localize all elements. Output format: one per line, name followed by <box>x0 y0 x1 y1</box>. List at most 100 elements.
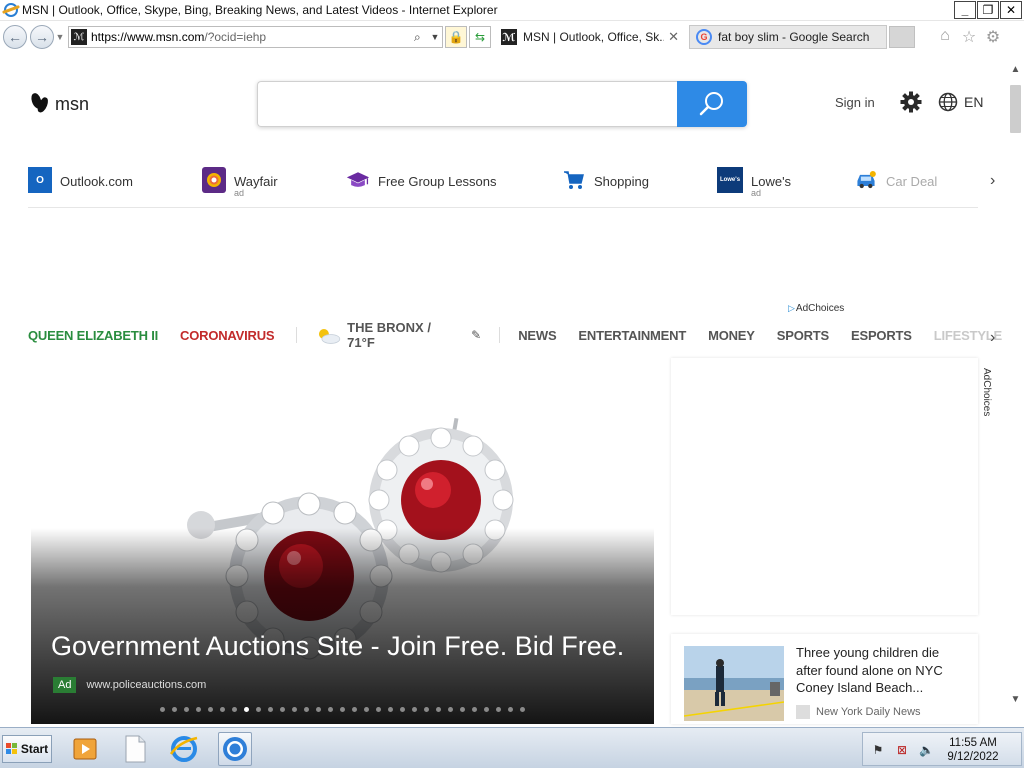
address-url[interactable]: https://www.msn.com/?ocid=iehp <box>91 30 414 44</box>
taskbar-notepad-icon[interactable] <box>118 732 152 766</box>
language-selector[interactable]: EN <box>938 92 983 112</box>
clock[interactable]: 11:55 AM 9/12/2022 <box>943 736 1003 764</box>
edit-pencil-icon[interactable]: ✎ <box>471 328 481 342</box>
taskbar-internet-explorer-icon[interactable] <box>167 732 201 766</box>
tab-google-search[interactable]: G fat boy slim - Google Search <box>689 25 887 49</box>
favorites-star-icon[interactable]: ☆ <box>957 27 981 47</box>
page-settings-gear-icon[interactable] <box>900 91 922 113</box>
carousel-dot[interactable] <box>460 707 465 712</box>
page-scrollbar[interactable]: ▲ ▼ <box>1007 60 1024 712</box>
volume-icon[interactable]: 🔈 <box>919 743 934 757</box>
quick-link-free-group-lessons[interactable]: Free Group Lessons <box>346 166 497 193</box>
carousel-dot[interactable] <box>232 707 237 712</box>
quick-link-outlook[interactable]: O Outlook.com <box>28 166 133 193</box>
search-button[interactable] <box>677 81 747 127</box>
home-icon[interactable]: ⌂ <box>933 27 957 47</box>
msn-butterfly-icon <box>29 91 50 117</box>
carousel-dot[interactable] <box>436 707 441 712</box>
window-controls: _ ❐ ✕ <box>953 1 1022 19</box>
nav-entertainment[interactable]: ENTERTAINMENT <box>578 328 686 343</box>
carousel-dot[interactable] <box>316 707 321 712</box>
carousel-dot[interactable] <box>184 707 189 712</box>
forward-button[interactable]: → <box>30 25 54 49</box>
nav-news[interactable]: NEWS <box>518 328 556 343</box>
carousel-dot[interactable] <box>520 707 525 712</box>
network-error-icon[interactable]: ⊠ <box>895 743 909 757</box>
carousel-dot[interactable] <box>268 707 273 712</box>
carousel-dot[interactable] <box>352 707 357 712</box>
restore-button[interactable]: ❐ <box>977 1 999 19</box>
new-tab-button[interactable] <box>889 26 915 48</box>
adchoices-side-link[interactable]: AdChoices <box>981 368 992 438</box>
refresh-icon[interactable]: ⇆ <box>469 26 491 48</box>
carousel-dot[interactable] <box>256 707 261 712</box>
news-headline[interactable]: Three young children die after found alo… <box>796 644 966 697</box>
nav-queen-elizabeth[interactable]: QUEEN ELIZABETH II <box>28 328 158 343</box>
taskbar-media-player-icon[interactable] <box>68 732 102 766</box>
carousel-dot[interactable] <box>484 707 489 712</box>
carousel-dot[interactable] <box>400 707 405 712</box>
back-button[interactable]: ← <box>3 25 27 49</box>
tab-msn[interactable]: ℳ MSN | Outlook, Office, Sk... ✕ <box>495 25 685 49</box>
search-input[interactable] <box>257 81 677 127</box>
carousel-dot[interactable] <box>424 707 429 712</box>
show-desktop-button[interactable] <box>1007 737 1019 761</box>
scroll-down-icon[interactable]: ▼ <box>1007 694 1024 711</box>
carousel-dot[interactable] <box>244 707 249 712</box>
security-lock-icon[interactable]: 🔒 <box>445 26 467 48</box>
carousel-dot[interactable] <box>364 707 369 712</box>
tab-close-icon[interactable]: ✕ <box>668 29 679 45</box>
adchoices-link[interactable]: ▷ AdChoices <box>788 303 844 314</box>
quick-link-wayfair[interactable]: Wayfair ad <box>202 166 278 198</box>
quick-link-shopping[interactable]: Shopping <box>562 166 649 193</box>
sign-in-link[interactable]: Sign in <box>835 95 875 110</box>
carousel-dot[interactable] <box>160 707 165 712</box>
carousel-dot[interactable] <box>196 707 201 712</box>
address-dropdown-icon[interactable]: ▼ <box>428 32 442 42</box>
carousel-dot[interactable] <box>508 707 513 712</box>
scroll-thumb[interactable] <box>1010 85 1021 133</box>
hero-headline[interactable]: Government Auctions Site - Join Free. Bi… <box>51 631 624 662</box>
start-button[interactable]: Start <box>2 735 52 763</box>
ad-label: ad <box>234 188 245 198</box>
news-card[interactable]: Three young children die after found alo… <box>671 634 978 724</box>
action-center-flag-icon[interactable]: ⚑ <box>871 743 885 757</box>
carousel-dot[interactable] <box>388 707 393 712</box>
quick-link-label: Shopping <box>594 174 649 189</box>
quick-link-lowes[interactable]: Lowe's Lowe's ad <box>717 166 791 198</box>
carousel-dot[interactable] <box>292 707 297 712</box>
weather-widget[interactable]: THE BRONX / 71°F ✎ <box>315 320 481 350</box>
carousel-dot[interactable] <box>172 707 177 712</box>
scroll-up-icon[interactable]: ▲ <box>1007 64 1024 81</box>
carousel-dot[interactable] <box>304 707 309 712</box>
nav-esports[interactable]: ESPORTS <box>851 328 912 343</box>
carousel-dot[interactable] <box>340 707 345 712</box>
carousel-dot[interactable] <box>220 707 225 712</box>
quick-links-next-chevron-icon[interactable]: › <box>990 172 1004 189</box>
window-titlebar: MSN | Outlook, Office, Skype, Bing, Brea… <box>0 0 1024 21</box>
carousel-dots <box>160 707 532 712</box>
nav-coronavirus[interactable]: CORONAVIRUS <box>180 328 275 343</box>
category-next-chevron-icon[interactable]: › <box>990 329 995 347</box>
taskbar-chrome-icon[interactable] <box>218 732 252 766</box>
carousel-dot[interactable] <box>328 707 333 712</box>
history-dropdown-icon[interactable]: ▼ <box>54 32 66 42</box>
carousel-dot[interactable] <box>280 707 285 712</box>
carousel-dot[interactable] <box>208 707 213 712</box>
carousel-dot[interactable] <box>376 707 381 712</box>
nav-money[interactable]: MONEY <box>708 328 755 343</box>
msn-logo[interactable]: msn <box>29 91 89 117</box>
carousel-dot[interactable] <box>448 707 453 712</box>
settings-gear-icon[interactable]: ⚙ <box>981 27 1005 47</box>
quick-link-car-deal[interactable]: Car Deal <box>854 166 937 193</box>
search-box <box>257 81 747 127</box>
carousel-dot[interactable] <box>472 707 477 712</box>
address-bar[interactable]: ℳ https://www.msn.com/?ocid=iehp ⌕ ▼ <box>68 26 443 48</box>
hero-ad-carousel[interactable]: Government Auctions Site - Join Free. Bi… <box>31 358 654 724</box>
close-window-button[interactable]: ✕ <box>1000 1 1022 19</box>
carousel-dot[interactable] <box>412 707 417 712</box>
address-search-icon[interactable]: ⌕ <box>414 30 428 45</box>
carousel-dot[interactable] <box>496 707 501 712</box>
nav-sports[interactable]: SPORTS <box>777 328 829 343</box>
minimize-button[interactable]: _ <box>954 1 976 19</box>
